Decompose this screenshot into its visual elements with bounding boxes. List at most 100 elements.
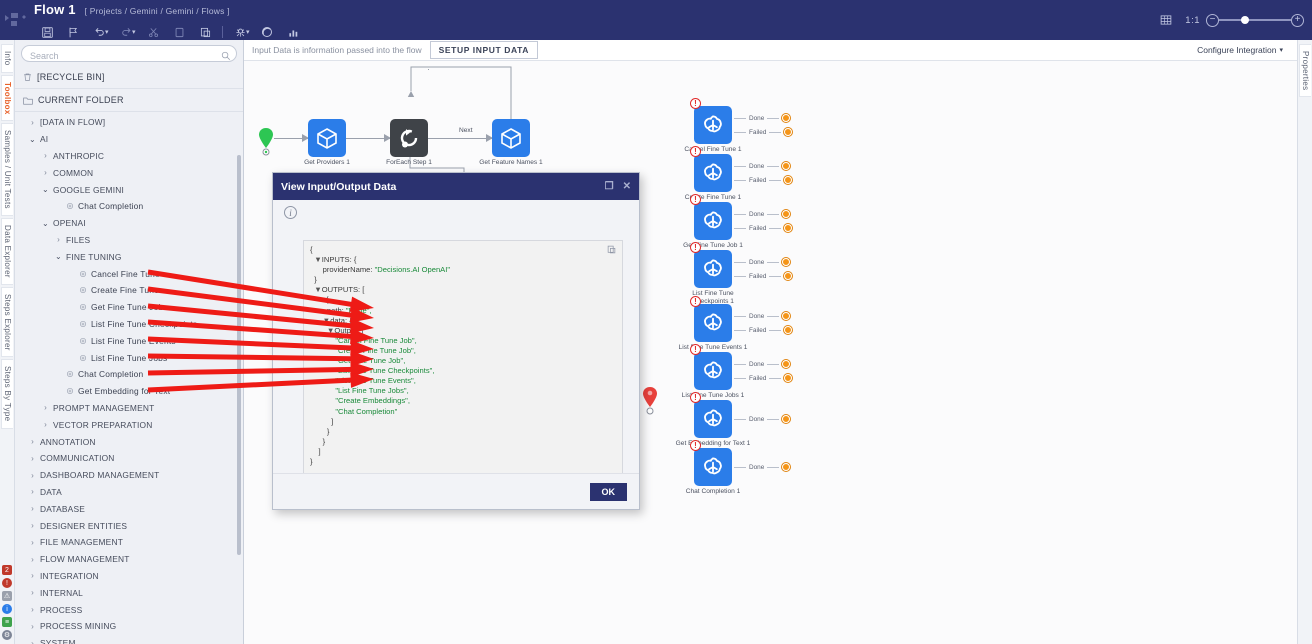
chevron-down-icon[interactable]: ⌄ [53, 252, 64, 261]
configure-integration-dropdown[interactable]: Configure Integration ▾ [1197, 45, 1289, 55]
vtab-toolbox[interactable]: Toolbox [1, 74, 13, 122]
chevron-right-icon[interactable]: › [40, 403, 51, 412]
tree-item-ai[interactable]: ⌄ AI [15, 131, 243, 148]
output-failed[interactable]: Failed [734, 224, 793, 232]
error-icon[interactable]: ! [2, 578, 12, 588]
tree-item-file-management[interactable]: › FILE MANAGEMENT [15, 534, 243, 551]
tree-item-chat-completion[interactable]: Chat Completion [15, 198, 243, 215]
tree-item-vector-preparation[interactable]: › VECTOR PREPARATION [15, 416, 243, 433]
output-port-icon[interactable] [784, 128, 793, 136]
chevron-down-icon[interactable]: ⌄ [40, 185, 51, 194]
chevron-right-icon[interactable]: › [40, 420, 51, 429]
tree-scrollbar[interactable] [237, 155, 241, 555]
node-list-fine-tune-jobs-1[interactable]: ! Done Failed List Fine Tune Jobs 1 [682, 344, 793, 399]
tree-item-annotation[interactable]: › ANNOTATION [15, 433, 243, 450]
tree-item-anthropic[interactable]: › ANTHROPIC [15, 148, 243, 165]
chevron-right-icon[interactable]: › [27, 454, 38, 463]
chevron-right-icon[interactable]: › [27, 639, 38, 644]
end-pin-icon[interactable] [642, 386, 658, 421]
tree-item-prompt-management[interactable]: › PROMPT MANAGEMENT [15, 400, 243, 417]
output-port-icon[interactable] [784, 326, 793, 334]
output-port-icon[interactable] [784, 272, 793, 280]
chevron-right-icon[interactable]: › [40, 151, 51, 160]
current-folder-row[interactable]: CURRENT FOLDER [15, 89, 243, 112]
json-viewer[interactable]: { ▼INPUTS: { providerName: "Decisions.AI… [303, 240, 623, 491]
tree-item-data[interactable]: › DATA [15, 484, 243, 501]
output-port-icon[interactable] [782, 162, 791, 170]
output-port-icon[interactable] [784, 374, 793, 382]
warning-badge-icon[interactable]: ! [690, 98, 701, 109]
output-failed[interactable]: Failed [734, 326, 793, 334]
disclosure-triangle-icon[interactable]: ▼ [318, 295, 326, 304]
output-done[interactable]: Done [734, 114, 791, 122]
tree-item-get-embedding-for-text[interactable]: Get Embedding for Text [15, 383, 243, 400]
chevron-right-icon[interactable]: › [27, 588, 38, 597]
warning-badge-icon[interactable]: ! [690, 440, 701, 451]
output-port-icon[interactable] [782, 463, 791, 471]
tree-item-get-fine-tune-job[interactable]: Get Fine Tune Job [15, 299, 243, 316]
disclosure-triangle-icon[interactable]: ▼ [314, 285, 322, 294]
output-failed[interactable]: Failed [734, 272, 793, 280]
chevron-right-icon[interactable]: › [40, 168, 51, 177]
node-get-fine-tune-job-1[interactable]: ! Done Failed Get Fine Tune Job 1 [683, 194, 793, 249]
search-input[interactable] [22, 48, 236, 64]
notification-count-icon[interactable]: 2 [2, 565, 12, 575]
tree-item-fine-tuning[interactable]: ⌄ FINE TUNING [15, 248, 243, 265]
zoom-in-icon[interactable]: + [1291, 13, 1304, 27]
disclosure-triangle-icon[interactable]: ▼ [314, 255, 322, 264]
output-done[interactable]: Done [734, 463, 791, 471]
vtab-data-explorer[interactable]: Data Explorer [1, 217, 13, 285]
tree-item-internal[interactable]: › INTERNAL [15, 584, 243, 601]
node-foreach-step-1[interactable]: ForEach Step 1 [386, 119, 432, 166]
chevron-down-icon[interactable]: ⌄ [27, 135, 38, 144]
vtab-info[interactable]: Info [1, 44, 13, 73]
tree-item-list-fine-tune-jobs[interactable]: List Fine Tune Jobs [15, 349, 243, 366]
warning-badge-icon[interactable]: ! [690, 242, 701, 253]
vtab-steps-explorer[interactable]: Steps Explorer [1, 286, 13, 358]
output-done[interactable]: Done [734, 258, 791, 266]
chevron-right-icon[interactable]: › [27, 437, 38, 446]
tree-item-dashboard-management[interactable]: › DASHBOARD MANAGEMENT [15, 467, 243, 484]
setup-input-data-button[interactable]: SETUP INPUT DATA [429, 41, 538, 59]
zoom-out-icon[interactable]: − [1206, 13, 1219, 27]
output-done[interactable]: Done [734, 210, 791, 218]
close-icon[interactable]: ✕ [623, 181, 631, 192]
output-done[interactable]: Done [734, 360, 791, 368]
tree-item-common[interactable]: › COMMON [15, 164, 243, 181]
tree-item-chat-completion[interactable]: Chat Completion [15, 366, 243, 383]
output-port-icon[interactable] [782, 360, 791, 368]
chevron-right-icon[interactable]: › [27, 555, 38, 564]
output-port-icon[interactable] [782, 258, 791, 266]
node-get-providers-1[interactable]: Get Providers 1 [304, 119, 350, 166]
tree-item-designer-entities[interactable]: › DESIGNER ENTITIES [15, 517, 243, 534]
output-port-icon[interactable] [782, 415, 791, 423]
copy-icon[interactable] [607, 245, 616, 256]
tree-item-communication[interactable]: › COMMUNICATION [15, 450, 243, 467]
zoom-thumb[interactable] [1241, 16, 1249, 24]
tree-item-process[interactable]: › PROCESS [15, 601, 243, 618]
chevron-right-icon[interactable]: › [27, 504, 38, 513]
tree-item-cancel-fine-tune[interactable]: Cancel Fine Tune [15, 265, 243, 282]
output-failed[interactable]: Failed [734, 176, 793, 184]
chevron-right-icon[interactable]: › [27, 571, 38, 580]
vtab-steps-by-type[interactable]: Steps By Type [1, 359, 13, 429]
output-port-icon[interactable] [782, 312, 791, 320]
tree-item-process-mining[interactable]: › PROCESS MINING [15, 618, 243, 635]
tree-item-google-gemini[interactable]: ⌄ GOOGLE GEMINI [15, 181, 243, 198]
chevron-right-icon[interactable]: › [27, 521, 38, 530]
view-input-output-modal[interactable]: View Input/Output Data ❐ ✕ i { ▼INPUTS: … [272, 172, 640, 510]
vtab-properties[interactable]: Properties [1299, 44, 1311, 98]
output-failed[interactable]: Failed [734, 128, 793, 136]
output-failed[interactable]: Failed [734, 374, 793, 382]
chevron-right-icon[interactable]: › [27, 118, 38, 127]
warning-badge-icon[interactable]: ! [690, 296, 701, 307]
chevron-right-icon[interactable]: › [27, 538, 38, 547]
tree-item-flow-management[interactable]: › FLOW MANAGEMENT [15, 551, 243, 568]
start-pin-icon[interactable] [258, 127, 274, 162]
node-get-embedding-for-text-1[interactable]: ! Done Get Embedding for Text 1 [676, 392, 791, 447]
grid-icon[interactable] [1153, 9, 1179, 31]
tree-item-openai[interactable]: ⌄ OPENAI [15, 215, 243, 232]
node-get-feature-names-1[interactable]: Get Feature Names 1 [479, 119, 543, 166]
chevron-down-icon[interactable]: ⌄ [40, 219, 51, 228]
info-icon[interactable]: i [2, 604, 12, 614]
